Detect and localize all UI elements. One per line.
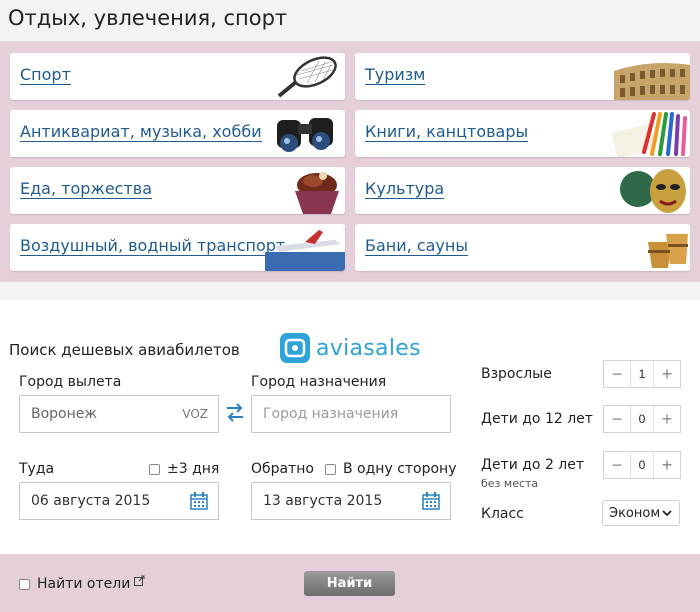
destination-label: Город назначения (251, 374, 387, 390)
aviasales-brand-text: aviasales (316, 335, 421, 361)
infants-sublabel: без места (481, 477, 539, 490)
category-hobby[interactable]: Антиквариат, музыка, хобби (10, 110, 345, 157)
section-header: Отдых, увлечения, спорт (0, 0, 700, 42)
children-stepper[interactable]: − 0 + (603, 405, 681, 433)
footer-bar: Найти отели Найти (0, 554, 700, 612)
checkbox-box[interactable] (149, 463, 160, 475)
aviasales-logo: aviasales (280, 333, 421, 363)
one-way-checkbox[interactable]: В одну сторону (325, 461, 457, 477)
minus-icon[interactable]: − (604, 452, 630, 478)
return-label: Обратно (251, 461, 314, 477)
aviasales-logo-icon (280, 333, 310, 363)
category-sauna[interactable]: Бани, сауны (355, 224, 690, 271)
flexible-dates-label: ±3 дня (167, 461, 220, 477)
binoculars-icon (277, 118, 333, 152)
calendar-icon[interactable] (421, 491, 441, 511)
find-hotels-label: Найти отели (37, 576, 131, 592)
category-tourism[interactable]: Туризм (355, 53, 690, 100)
minus-icon[interactable]: − (604, 406, 630, 432)
checkbox-box[interactable] (325, 463, 336, 475)
category-culture[interactable]: Культура (355, 167, 690, 214)
category-food[interactable]: Еда, торжества (10, 167, 345, 214)
category-label[interactable]: Воздушный, водный транспорт (20, 237, 286, 256)
category-books[interactable]: Книги, канцтовары (355, 110, 690, 157)
category-label[interactable]: Культура (365, 180, 445, 199)
chevron-down-icon (662, 510, 672, 517)
page-title: Отдых, увлечения, спорт (8, 6, 288, 30)
plus-icon[interactable]: + (654, 452, 680, 478)
destination-input[interactable]: Город назначения (251, 395, 451, 433)
infants-stepper[interactable]: − 0 + (603, 451, 681, 479)
one-way-label: В одну сторону (343, 461, 457, 477)
adults-stepper[interactable]: − 1 + (603, 360, 681, 388)
cupcake-icon (295, 172, 339, 214)
depart-label: Туда (19, 461, 55, 477)
minus-icon[interactable]: − (604, 361, 630, 387)
return-date-value: 13 августа 2015 (263, 493, 383, 509)
category-label[interactable]: Еда, торжества (20, 180, 153, 199)
origin-input[interactable]: Воронеж VOZ (19, 395, 219, 433)
carnival-mask-icon (620, 169, 686, 213)
origin-value: Воронеж (31, 406, 98, 422)
find-button[interactable]: Найти (304, 571, 395, 596)
category-label[interactable]: Книги, канцтовары (365, 123, 529, 142)
external-link-icon (134, 575, 145, 586)
flexible-dates-checkbox[interactable]: ±3 дня (149, 461, 219, 477)
children-label: Дети до 12 лет (481, 411, 593, 427)
category-label[interactable]: Спорт (20, 66, 71, 85)
checkbox-box[interactable] (19, 578, 30, 590)
depart-date-input[interactable]: 06 августа 2015 (19, 482, 219, 520)
origin-iata-code: VOZ (182, 407, 208, 421)
colosseum-icon (614, 63, 690, 100)
children-count: 0 (630, 406, 654, 432)
destination-placeholder: Город назначения (263, 406, 399, 422)
wooden-bucket-icon (648, 234, 688, 268)
category-label[interactable]: Туризм (365, 66, 426, 85)
pencils-icon (611, 112, 687, 157)
infants-count: 0 (630, 452, 654, 478)
calendar-icon[interactable] (189, 491, 209, 511)
plus-icon[interactable]: + (654, 406, 680, 432)
class-select[interactable]: Эконом (602, 500, 680, 526)
category-label[interactable]: Антиквариат, музыка, хобби (20, 123, 262, 142)
infants-label: Дети до 2 лет (481, 457, 585, 473)
return-date-input[interactable]: 13 августа 2015 (251, 482, 451, 520)
depart-date-value: 06 августа 2015 (31, 493, 151, 509)
adults-count: 1 (630, 361, 654, 387)
airplane-icon (265, 230, 345, 271)
origin-label: Город вылета (19, 374, 122, 390)
swap-cities-icon[interactable] (225, 401, 245, 423)
category-sport[interactable]: Спорт (10, 53, 345, 100)
find-hotels-checkbox[interactable]: Найти отели (19, 575, 145, 592)
category-label[interactable]: Бани, сауны (365, 237, 468, 256)
plus-icon[interactable]: + (654, 361, 680, 387)
class-value: Эконом (609, 505, 661, 521)
adults-label: Взрослые (481, 366, 552, 382)
class-label: Класс (481, 506, 524, 522)
category-grid: Спорт Туризм Антиквариат, музыка, хобби (0, 42, 700, 282)
tennis-racket-icon (277, 56, 337, 98)
flight-search-title: Поиск дешевых авиабилетов (9, 341, 240, 359)
category-transport[interactable]: Воздушный, водный транспорт (10, 224, 345, 271)
